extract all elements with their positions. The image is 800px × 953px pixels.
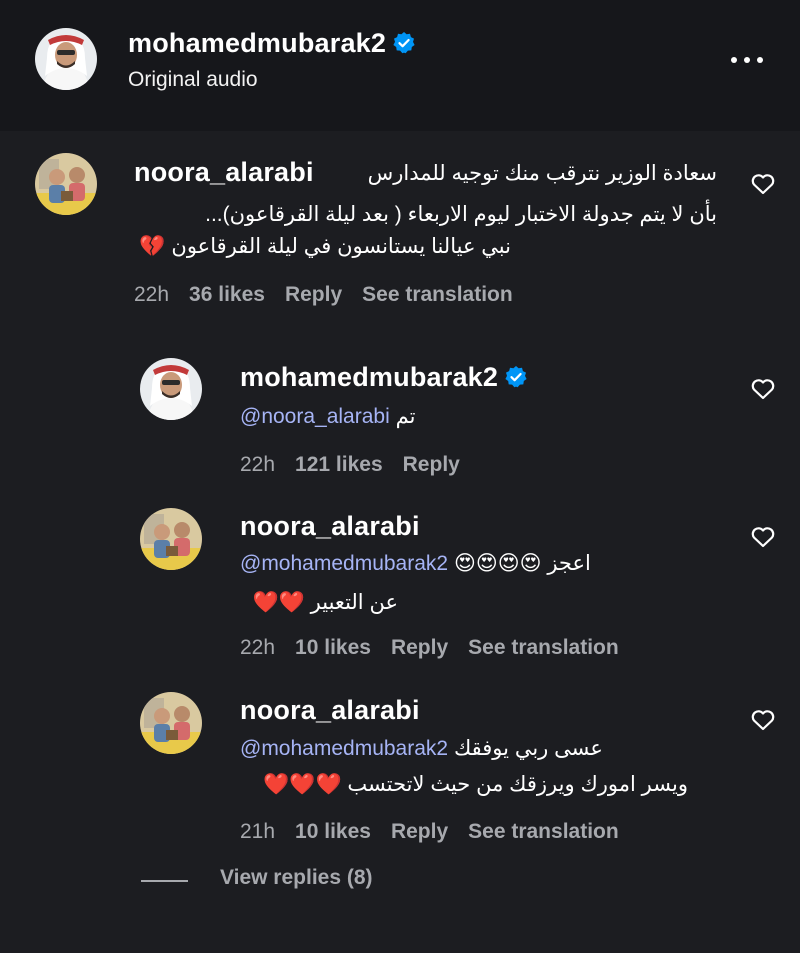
reply-2-meta: 22h 10 likes Reply See translation — [240, 636, 639, 660]
author-username[interactable]: mohamedmubarak2 — [128, 28, 416, 59]
heart-icon[interactable] — [750, 525, 776, 549]
reel-header — [0, 0, 800, 131]
comment-line-1: سعادة الوزير نترقب منك توجيه للمدارس — [367, 162, 717, 185]
reply-3-translate-button[interactable]: See translation — [468, 820, 619, 843]
comment-line-3: نبي عيالنا يستانسون في ليلة القرقاعون 💔 — [139, 235, 511, 258]
reply-3-line-2: ويسر امورك ويرزقك من حيث لاتحتسب ❤️❤️❤️ — [263, 773, 688, 796]
reply-2-likes[interactable]: 10 likes — [295, 636, 371, 659]
reply-1-body: تم — [395, 405, 416, 428]
reply-1-username-text: mohamedmubarak2 — [240, 362, 499, 392]
comment-reply-button[interactable]: Reply — [285, 283, 342, 306]
reply-3-meta: 21h 10 likes Reply See translation — [240, 820, 639, 844]
comment-translate-button[interactable]: See translation — [362, 283, 513, 306]
reply-1-meta: 22h 121 likes Reply — [240, 453, 480, 477]
more-options-icon[interactable] — [731, 57, 767, 67]
comment-username[interactable]: noora_alarabi — [134, 157, 314, 188]
reply-2-text: @mohamedmubarak2 اعجز 😍😍😍😍 — [240, 545, 591, 582]
reply-2-line-2: عن التعبير ❤️❤️ — [252, 591, 398, 614]
heart-icon[interactable] — [750, 377, 776, 401]
reply-1-mention[interactable]: @noora_alarabi — [240, 405, 390, 428]
comment-meta: 22h 36 likes Reply See translation — [134, 283, 533, 307]
reply-2-avatar[interactable] — [140, 508, 202, 570]
reply-1-reply-button[interactable]: Reply — [403, 453, 460, 476]
view-replies-button[interactable]: View replies (8) — [220, 866, 373, 890]
reply-2-username[interactable]: noora_alarabi — [240, 511, 420, 542]
reply-3-likes[interactable]: 10 likes — [295, 820, 371, 843]
reply-1-time: 22h — [240, 453, 276, 476]
view-replies-divider — [141, 880, 188, 882]
reply-3-username[interactable]: noora_alarabi — [240, 695, 420, 726]
comment-time: 22h — [134, 283, 170, 306]
comment-likes[interactable]: 36 likes — [189, 283, 265, 306]
reply-1-avatar[interactable] — [140, 358, 202, 420]
reply-1-username[interactable]: mohamedmubarak2 — [240, 362, 528, 393]
reply-2-time: 22h — [240, 636, 276, 659]
author-avatar[interactable] — [35, 28, 97, 90]
reply-3-time: 21h — [240, 820, 276, 843]
heart-icon[interactable] — [750, 708, 776, 732]
verified-badge-icon — [505, 366, 527, 388]
reply-3-text: @mohamedmubarak2 عسى ربي يوفقك — [240, 730, 603, 767]
commenter-avatar[interactable] — [35, 153, 97, 215]
verified-badge-icon — [393, 32, 415, 54]
heart-icon[interactable] — [750, 172, 776, 196]
reply-1-likes[interactable]: 121 likes — [295, 453, 383, 476]
author-username-text: mohamedmubarak2 — [128, 28, 387, 58]
reply-1-text: @noora_alarabi تم — [240, 398, 415, 435]
reply-2-translate-button[interactable]: See translation — [468, 636, 619, 659]
reply-2-body: اعجز 😍😍😍😍 — [453, 552, 591, 575]
reply-3-avatar[interactable] — [140, 692, 202, 754]
reply-3-reply-button[interactable]: Reply — [391, 820, 448, 843]
reply-2-reply-button[interactable]: Reply — [391, 636, 448, 659]
reply-3-mention[interactable]: @mohamedmubarak2 — [240, 737, 448, 760]
reply-2-mention[interactable]: @mohamedmubarak2 — [240, 552, 448, 575]
audio-subtitle[interactable]: Original audio — [128, 68, 258, 92]
reply-3-body: عسى ربي يوفقك — [453, 737, 603, 760]
